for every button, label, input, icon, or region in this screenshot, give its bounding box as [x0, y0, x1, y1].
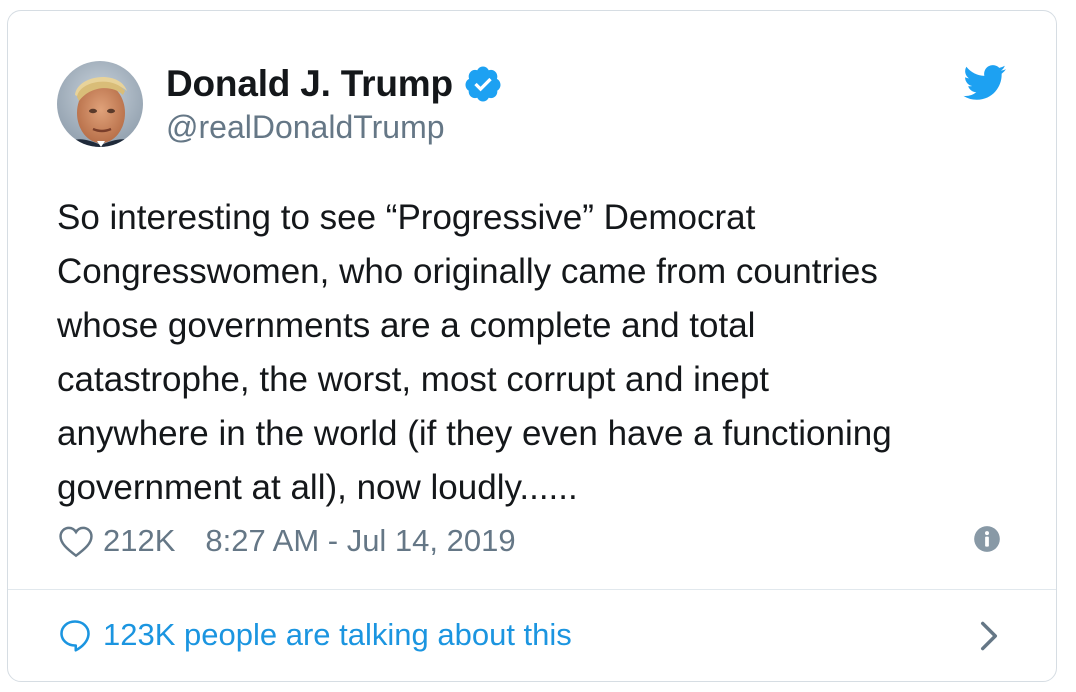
avatar-photo-icon	[57, 61, 143, 147]
author-avatar[interactable]	[57, 61, 143, 147]
divider	[8, 589, 1056, 590]
info-icon[interactable]	[973, 525, 1001, 553]
twitter-bird-icon[interactable]	[963, 65, 1007, 101]
tweet-card[interactable]: Donald J. Trump @realDonaldTrump So inte…	[7, 10, 1057, 682]
author-name-row[interactable]: Donald J. Trump	[166, 61, 503, 107]
author-display-name[interactable]: Donald J. Trump	[166, 63, 453, 105]
speech-bubble-icon	[57, 617, 93, 653]
author-handle[interactable]: @realDonaldTrump	[166, 109, 445, 146]
chevron-right-icon[interactable]	[978, 620, 1000, 652]
tweet-text: So interesting to see “Progressive” Demo…	[57, 198, 892, 507]
tweet-timestamp[interactable]: 8:27 AM - Jul 14, 2019	[205, 523, 515, 559]
conversation-link[interactable]: 123K people are talking about this	[57, 613, 1007, 657]
tweet-meta-row: 212K 8:27 AM - Jul 14, 2019	[57, 518, 516, 564]
like-count[interactable]: 212K	[103, 523, 175, 559]
verified-badge-icon	[463, 64, 503, 104]
conversation-link-label[interactable]: 123K people are talking about this	[103, 617, 572, 653]
heart-icon[interactable]	[57, 524, 95, 558]
